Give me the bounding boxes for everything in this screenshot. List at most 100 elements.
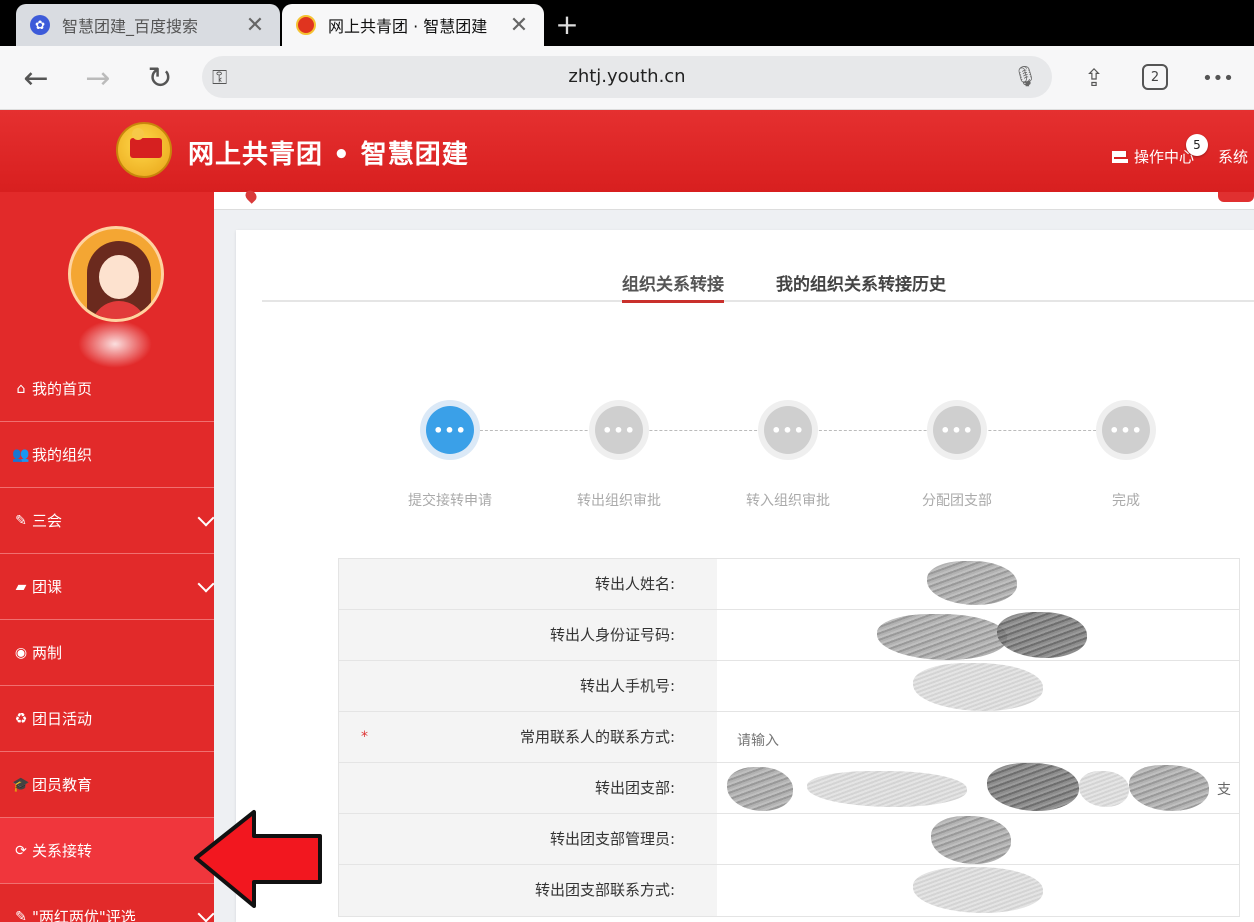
chevron-down-icon[interactable] bbox=[197, 575, 215, 593]
step-label: 转出组织审批 bbox=[577, 493, 661, 509]
sidebar-item-label: 我的首页 bbox=[32, 380, 93, 398]
ellipsis-icon: ••• bbox=[595, 406, 643, 454]
sidebar-item-three-meetings[interactable]: ✎ 三会 bbox=[0, 488, 215, 554]
browser-tab-title: 智慧团建_百度搜索 bbox=[62, 17, 199, 36]
close-tab-icon[interactable]: ✕ bbox=[508, 13, 530, 38]
content-tabs: 组织关系转接 我的组织关系转接历史 bbox=[262, 266, 1254, 303]
step-label: 提交接转申请 bbox=[408, 493, 492, 509]
sidebar-item-label: 关系接转 bbox=[32, 842, 93, 860]
redaction-scribble bbox=[913, 663, 1043, 711]
chevron-down-icon[interactable] bbox=[197, 509, 215, 527]
sidebar-item-home[interactable]: ⌂ 我的首页 bbox=[0, 356, 214, 422]
browser-tab-strip: ✿ 智慧团建_百度搜索 ✕ 网上共青团 · 智慧团建 ✕ + bbox=[0, 0, 1254, 46]
redaction-scribble bbox=[1079, 771, 1129, 807]
operation-center-link[interactable]: 操作中心 bbox=[1112, 146, 1194, 167]
step-outgoing-approval: ••• 转出组织审批 bbox=[559, 400, 679, 510]
transfer-form: 转出人姓名: 转出人身份证号码: 转出人手机号: * 常用联系人的联系方式: 请… bbox=[338, 558, 1240, 917]
close-tab-icon[interactable]: ✕ bbox=[244, 13, 266, 38]
form-label: 转出人姓名: bbox=[339, 559, 717, 609]
notification-badge: 5 bbox=[1186, 134, 1208, 156]
sidebar-item-label: 两制 bbox=[32, 644, 63, 662]
redaction-scribble bbox=[927, 561, 1017, 605]
microphone-icon[interactable]: 🎙 bbox=[1013, 64, 1038, 88]
redaction-scribble bbox=[997, 612, 1087, 658]
step-label: 完成 bbox=[1112, 493, 1140, 509]
redaction-scribble bbox=[913, 867, 1043, 913]
required-mark: * bbox=[361, 729, 368, 745]
branch-admin-value bbox=[717, 814, 1239, 864]
sidebar-item-league-day[interactable]: ♻ 团日活动 bbox=[0, 686, 214, 752]
contact-method-input[interactable]: 请输入 bbox=[717, 712, 1239, 762]
form-label: 转出团支部联系方式: bbox=[339, 865, 717, 916]
branch-trailing-text: 支 bbox=[1217, 782, 1231, 798]
ellipsis-icon: ••• bbox=[764, 406, 812, 454]
content-panel: 组织关系转接 我的组织关系转接历史 ••• 提交接转申请 ••• 转出组织审批 … bbox=[236, 230, 1254, 922]
progress-steps: ••• 提交接转申请 ••• 转出组织审批 ••• 转入组织审批 ••• 分配团… bbox=[396, 400, 1196, 520]
form-row: * 常用联系人的联系方式: 请输入 bbox=[339, 712, 1239, 763]
input-placeholder: 请输入 bbox=[737, 733, 779, 749]
sidebar-item-my-organization[interactable]: 👥 我的组织 bbox=[0, 422, 214, 488]
system-menu-link[interactable]: 系统 bbox=[1218, 146, 1248, 167]
more-options-icon[interactable]: ••• bbox=[1200, 60, 1236, 96]
reload-icon[interactable]: ↻ bbox=[142, 60, 178, 96]
edit-icon: ✎ bbox=[15, 512, 27, 529]
redaction-scribble bbox=[727, 767, 793, 811]
new-tab-button[interactable]: + bbox=[554, 8, 580, 41]
form-row: 转出人手机号: bbox=[339, 661, 1239, 712]
sidebar-item-two-red-two-excellent[interactable]: ✎ "两红两优"评选 bbox=[0, 884, 215, 922]
redaction-scribble bbox=[807, 771, 967, 807]
browser-toolbar: ← → ↻ ⚿ zhtj.youth.cn 🎙 ⇪ 2 ••• bbox=[0, 46, 1254, 110]
form-row: 转出人身份证号码: bbox=[339, 610, 1239, 661]
form-label: 转出团支部管理员: bbox=[339, 814, 717, 864]
youth-league-logo-icon bbox=[116, 122, 172, 178]
site-header: 网上共青团 • 智慧团建 操作中心 bbox=[0, 110, 1254, 192]
red-annotation-arrow bbox=[194, 810, 322, 908]
form-row: 转出团支部联系方式: bbox=[339, 865, 1239, 916]
sidebar-item-member-education[interactable]: 🎓 团员教育 bbox=[0, 752, 214, 818]
tab-count-button[interactable]: 2 bbox=[1142, 64, 1168, 90]
tab-org-relation-transfer[interactable]: 组织关系转接 bbox=[622, 270, 724, 303]
tab-transfer-history[interactable]: 我的组织关系转接历史 bbox=[776, 270, 946, 295]
edit-icon: ✎ bbox=[15, 908, 27, 922]
back-icon[interactable]: ← bbox=[18, 60, 54, 96]
address-url[interactable]: zhtj.youth.cn bbox=[202, 66, 1052, 87]
step-submit-application: ••• 提交接转申请 bbox=[390, 400, 510, 510]
breadcrumb-action-tab[interactable] bbox=[1218, 192, 1254, 202]
share-icon[interactable]: ⇪ bbox=[1076, 60, 1112, 96]
browser-tab-zhtj[interactable]: 网上共青团 · 智慧团建 ✕ bbox=[282, 4, 544, 46]
sidebar-item-label: 我的组织 bbox=[32, 446, 93, 464]
form-label-text: 常用联系人的联系方式: bbox=[519, 728, 675, 746]
graduation-cap-icon: 🎓 bbox=[12, 776, 30, 793]
sidebar-item-label: 三会 bbox=[32, 512, 63, 530]
form-label: 转出人手机号: bbox=[339, 661, 717, 711]
sidebar-item-label: 团日活动 bbox=[32, 710, 93, 728]
youth-league-emblem-icon bbox=[296, 15, 316, 35]
avatar[interactable] bbox=[68, 226, 164, 322]
address-bar[interactable]: ⚿ zhtj.youth.cn 🎙 bbox=[202, 56, 1052, 98]
recycle-icon: ♻ bbox=[14, 710, 28, 727]
sidebar-item-league-class[interactable]: ▰ 团课 bbox=[0, 554, 215, 620]
operation-center-label: 操作中心 bbox=[1134, 148, 1195, 166]
ellipsis-icon: ••• bbox=[426, 406, 474, 454]
ellipsis-icon: ••• bbox=[1102, 406, 1150, 454]
step-incoming-approval: ••• 转入组织审批 bbox=[728, 400, 848, 510]
breadcrumb bbox=[214, 188, 1254, 210]
refresh-icon: ⟳ bbox=[15, 842, 27, 859]
step-assign-branch: ••• 分配团支部 bbox=[897, 400, 1017, 510]
transferor-id-number-value bbox=[717, 610, 1239, 660]
browser-tab-baidu[interactable]: ✿ 智慧团建_百度搜索 ✕ bbox=[16, 4, 280, 46]
sidebar-item-two-systems[interactable]: ◉ 两制 bbox=[0, 620, 214, 686]
forward-icon[interactable]: → bbox=[80, 60, 116, 96]
step-label: 转入组织审批 bbox=[746, 493, 830, 509]
users-icon: 👥 bbox=[12, 446, 30, 463]
sidebar-item-relation-transfer[interactable]: ⟳ 关系接转 bbox=[0, 818, 214, 884]
form-row: 转出团支部管理员: bbox=[339, 814, 1239, 865]
sidebar-nav: ⌂ 我的首页 👥 我的组织 ✎ 三会 ▰ 团课 ◉ 两制 ♻ 团日活动 🎓 团员… bbox=[0, 356, 215, 922]
form-row: 转出人姓名: bbox=[339, 559, 1239, 610]
redaction-scribble bbox=[877, 614, 1007, 660]
branch-contact-value bbox=[717, 865, 1239, 916]
outgoing-branch-value: 支 bbox=[717, 763, 1239, 813]
form-label: 转出团支部: bbox=[339, 763, 717, 813]
form-label: * 常用联系人的联系方式: bbox=[339, 712, 717, 762]
envelope-icon bbox=[1112, 150, 1128, 163]
